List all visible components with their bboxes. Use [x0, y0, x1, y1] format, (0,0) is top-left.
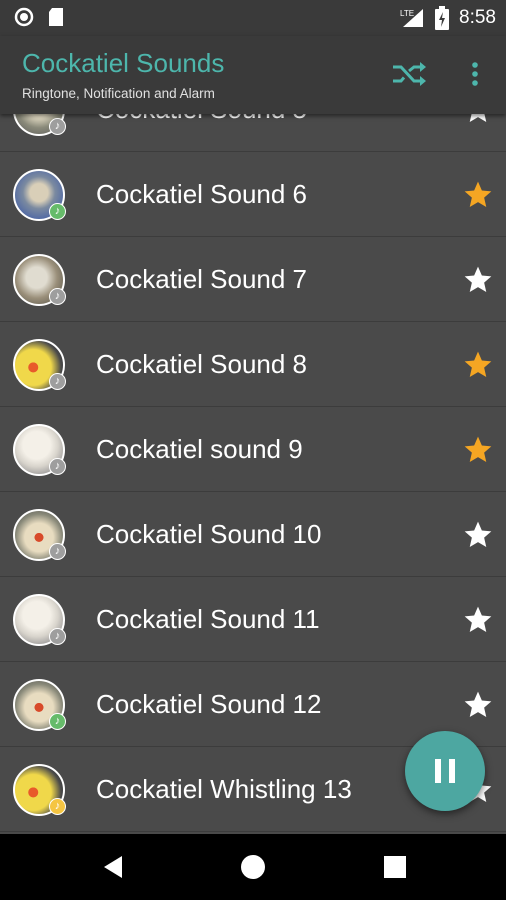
music-note-icon: ♪	[49, 288, 66, 305]
list-item[interactable]: ♪ Cockatiel Sound 8	[0, 323, 506, 407]
music-note-icon: ♪	[49, 458, 66, 475]
list-item[interactable]: ♪ Cockatiel Sound 7	[0, 238, 506, 322]
pause-button[interactable]	[405, 731, 485, 811]
shuffle-icon[interactable]	[390, 58, 430, 90]
navigation-bar	[0, 834, 506, 900]
music-note-icon: ♪	[49, 118, 66, 135]
app-title: Cockatiel Sounds	[22, 48, 225, 78]
music-note-icon: ♪	[49, 543, 66, 560]
list-item[interactable]: ♪ Cockatiel Sound 11	[0, 578, 506, 662]
star-icon[interactable]	[462, 179, 494, 211]
sound-list[interactable]: ♪ Cockatiel Sound 5 ♪ Cockatiel Sound 6 …	[0, 68, 506, 834]
list-item[interactable]: ♪ Cockatiel Sound 10	[0, 493, 506, 577]
battery-charging-icon	[435, 6, 450, 30]
app-subtitle: Ringtone, Notification and Alarm	[22, 86, 215, 101]
status-bar: LTE 8:58	[0, 0, 506, 36]
star-icon[interactable]	[462, 689, 494, 721]
star-icon[interactable]	[462, 264, 494, 296]
music-note-icon: ♪	[49, 713, 66, 730]
sound-label: Cockatiel Sound 7	[96, 264, 308, 294]
star-icon[interactable]	[462, 434, 494, 466]
more-vert-icon[interactable]	[462, 58, 488, 90]
pause-icon	[435, 759, 455, 783]
star-icon[interactable]	[462, 604, 494, 636]
music-note-icon: ♪	[49, 628, 66, 645]
back-icon[interactable]	[98, 852, 128, 882]
music-note-icon: ♪	[49, 203, 66, 220]
app-bar: Cockatiel Sounds Ringtone, Notification …	[0, 36, 506, 114]
sound-label: Cockatiel Sound 8	[96, 349, 308, 379]
signal-lte-icon: LTE	[400, 9, 424, 27]
music-note-icon: ♪	[49, 373, 66, 390]
star-icon[interactable]	[462, 349, 494, 381]
sound-label: Cockatiel Whistling 13	[96, 774, 352, 804]
sd-card-icon	[49, 8, 63, 26]
music-note-icon: ♪	[49, 798, 66, 815]
status-time: 8:58	[459, 7, 496, 28]
sound-label: Cockatiel Sound 10	[96, 519, 322, 549]
svg-text:LTE: LTE	[400, 9, 414, 18]
record-icon	[14, 7, 34, 27]
home-icon[interactable]	[238, 852, 268, 882]
sound-label: Cockatiel Sound 12	[96, 689, 322, 719]
recents-icon[interactable]	[380, 852, 410, 882]
sound-label: Cockatiel sound 9	[96, 434, 303, 464]
list-item[interactable]: ♪ Cockatiel Sound 6	[0, 153, 506, 237]
sound-label: Cockatiel Sound 11	[96, 604, 320, 634]
sound-label: Cockatiel Sound 6	[96, 179, 308, 209]
star-icon[interactable]	[462, 519, 494, 551]
list-item[interactable]: ♪ Cockatiel sound 9	[0, 408, 506, 492]
